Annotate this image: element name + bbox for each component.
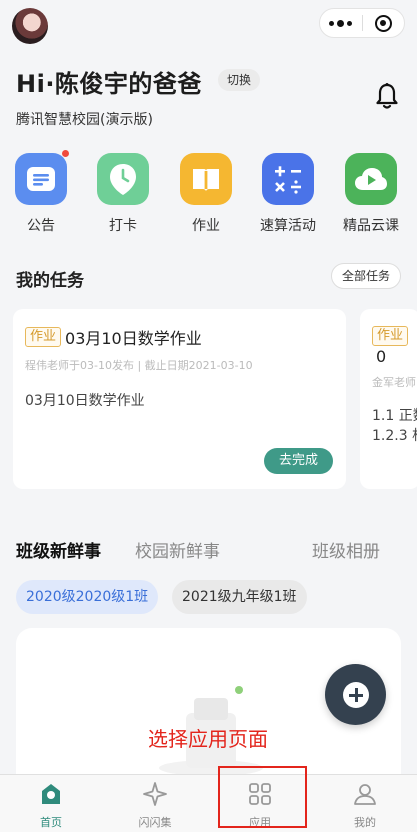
task-meta: 程伟老师于03-10发布 | 截止日期2021-03-10 (25, 359, 253, 372)
task-meta: 金军老师 (372, 375, 416, 389)
annotation-text: 选择应用页面 (148, 727, 268, 751)
tab-home[interactable]: 首页 (16, 781, 86, 830)
profile-icon (354, 784, 376, 805)
calculator-icon (262, 153, 314, 205)
greeting-title: Hi·陈俊宇的爸爸 (16, 70, 202, 98)
task-body-line: 1.2.3 相 (372, 427, 417, 444)
my-tasks-heading: 我的任务 (16, 271, 84, 291)
check-in-icon (97, 153, 149, 205)
plus-icon (342, 681, 369, 708)
app-check-in[interactable]: 打卡 (88, 153, 158, 235)
avatar[interactable] (12, 8, 48, 44)
app-label: 精品云课 (343, 218, 399, 234)
tab-label: 闪闪集 (138, 816, 172, 829)
more-dots-icon[interactable] (320, 19, 362, 27)
switch-child-button[interactable]: 切换 (218, 69, 261, 91)
task-card[interactable]: 作业0 金军老师 1.1 正数 1.2.3 相 (360, 309, 417, 489)
task-title: 03月10日数学作业 (65, 329, 202, 348)
task-body-line: 1.1 正数 (372, 407, 417, 424)
class-chip-2020[interactable]: 2020级2020级1班 (16, 580, 159, 614)
add-post-button[interactable] (325, 664, 386, 725)
app-homework[interactable]: 作业 (171, 153, 241, 235)
task-card[interactable]: 作业 03月10日数学作业 程伟老师于03-10发布 | 截止日期2021-03-… (13, 309, 346, 489)
school-name: 腾讯智慧校园(演示版) (16, 112, 153, 128)
tab-class-album[interactable]: 班级相册 (312, 537, 380, 562)
app-cloud-course[interactable]: 精品云课 (336, 153, 406, 235)
all-tasks-button[interactable]: 全部任务 (330, 263, 401, 289)
notification-badge (62, 150, 69, 157)
app-label: 公告 (27, 218, 55, 234)
task-tag: 作业 (25, 327, 62, 347)
miniprogram-capsule (319, 8, 405, 38)
task-title: 0 (376, 346, 387, 366)
tab-sparkle[interactable]: 闪闪集 (120, 781, 190, 830)
tab-class-news[interactable]: 班级新鲜事 (16, 537, 101, 562)
cloud-play-icon (345, 153, 397, 205)
bell-icon[interactable] (375, 82, 399, 110)
annotation-highlight-box (218, 766, 307, 828)
app-label: 速算活动 (260, 218, 316, 234)
complete-task-button[interactable]: 去完成 (263, 448, 333, 474)
bottom-tab-bar: 首页 闪闪集 应用 我的 (0, 774, 417, 832)
app-label: 作业 (192, 218, 220, 234)
app-shortcuts: 公告 打卡 作业 速算活动 精品云课 (0, 150, 417, 243)
class-chip-2021[interactable]: 2021级九年级1班 (172, 580, 307, 614)
app-announcement[interactable]: 公告 (6, 150, 76, 235)
sparkle-icon (143, 782, 167, 806)
task-body: 03月10日数学作业 (25, 393, 145, 409)
close-target-icon[interactable] (363, 14, 405, 32)
news-tabs: 班级新鲜事 校园新鲜事 班级相册 (16, 537, 406, 562)
tab-label: 我的 (354, 816, 376, 829)
tab-label: 首页 (40, 816, 62, 829)
tab-profile[interactable]: 我的 (330, 781, 400, 830)
task-tag: 作业 (372, 325, 408, 346)
app-quick-math[interactable]: 速算活动 (253, 153, 323, 235)
tab-campus-news[interactable]: 校园新鲜事 (135, 537, 220, 562)
homework-book-icon (180, 153, 232, 205)
home-icon (42, 784, 60, 804)
app-label: 打卡 (109, 218, 137, 234)
announcement-icon (15, 150, 69, 205)
